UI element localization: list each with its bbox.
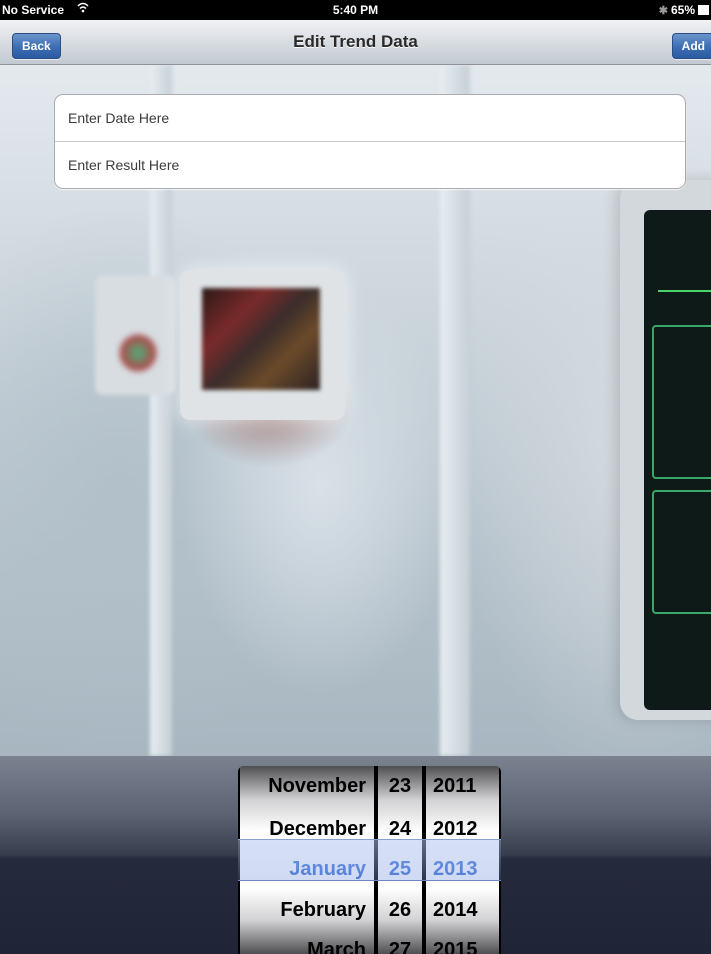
navigation-bar: Back Edit Trend Data Add xyxy=(0,20,711,65)
date-field[interactable] xyxy=(68,95,668,141)
entry-form xyxy=(54,94,686,189)
background-light xyxy=(118,333,158,373)
year-option[interactable]: 2014 xyxy=(433,890,478,930)
status-bar: No Service 5:40 PM ✱ 65% xyxy=(0,0,711,20)
battery-percent: 65% xyxy=(670,3,695,17)
result-field[interactable] xyxy=(68,142,668,188)
battery-icon xyxy=(698,5,709,15)
result-row xyxy=(55,142,685,188)
day-option[interactable]: 26 xyxy=(378,890,422,930)
background-monitor-screen xyxy=(644,210,711,710)
day-option[interactable]: 23 xyxy=(378,766,422,806)
picker-selection-indicator xyxy=(238,839,501,881)
month-option[interactable]: February xyxy=(280,890,366,930)
status-right-group: ✱ 65% xyxy=(659,3,709,17)
background-panel xyxy=(652,325,711,479)
year-option[interactable]: 2015 xyxy=(433,930,478,954)
background-monitor xyxy=(620,180,711,720)
background-monitor xyxy=(180,270,345,420)
background-trace xyxy=(658,270,711,292)
background-monitor-screen xyxy=(202,288,320,390)
page-title: Edit Trend Data xyxy=(293,32,418,51)
bluetooth-icon: ✱ xyxy=(658,4,668,17)
add-button[interactable]: Add xyxy=(671,33,711,59)
month-option[interactable]: March xyxy=(307,930,366,954)
month-option[interactable]: November xyxy=(268,766,366,806)
status-time: 5:40 PM xyxy=(332,3,379,17)
year-option[interactable]: 2011 xyxy=(433,766,476,806)
day-option[interactable]: 27 xyxy=(378,930,422,954)
date-row xyxy=(55,95,685,142)
background-panel xyxy=(652,490,711,614)
